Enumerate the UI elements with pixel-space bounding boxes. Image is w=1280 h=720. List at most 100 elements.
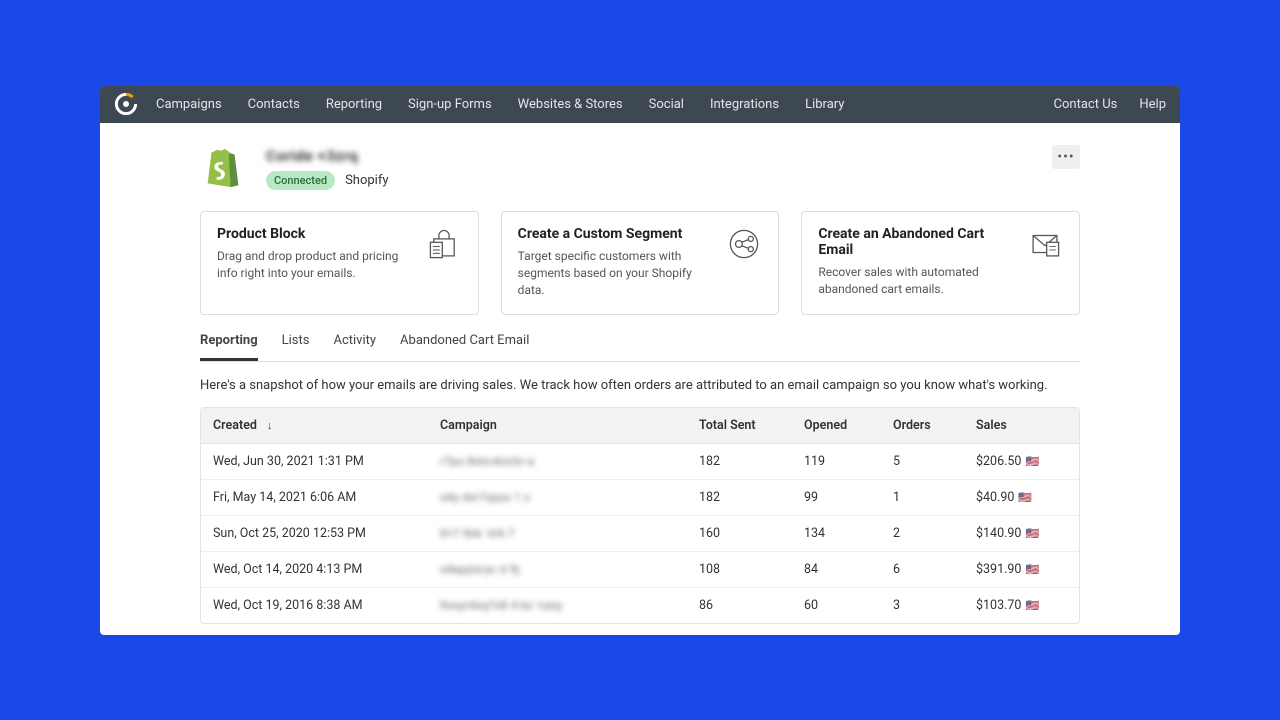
nav-contact-us[interactable]: Contact Us [1054,97,1118,112]
cell-created: Fri, May 14, 2021 6:06 AM [213,490,440,505]
card-desc: Drag and drop product and pricing info r… [217,248,412,283]
th-total-sent[interactable]: Total Sent [699,418,804,433]
header-row: Created ↓ Campaign Total Sent Opened Orde… [201,408,1079,443]
segment-icon [726,226,762,262]
shopping-bag-icon [426,226,462,262]
page-indicator: Page 1 of 1 [230,634,296,635]
card-text: Create a Custom Segment Target specific … [518,226,713,300]
cell-total-sent: 182 [699,490,804,505]
store-type: Shopify [345,173,388,188]
sort-desc-icon: ↓ [267,419,273,432]
table-body: Wed, Jun 30, 2021 1:31 PMr7pu 8xhc4zx3c-… [201,444,1079,623]
cell-total-sent: 160 [699,526,804,541]
nav-contacts[interactable]: Contacts [248,97,300,112]
table-row[interactable]: Sun, Oct 25, 2020 12:53 PM0+7 8xk 'xt4.7… [201,516,1079,552]
table-row[interactable]: Wed, Oct 19, 2016 8:38 AM9oxyr4xq7x8 4 k… [201,588,1079,623]
th-sales[interactable]: Sales [976,418,1067,433]
cell-total-sent: 86 [699,598,804,613]
app-window: Campaigns Contacts Reporting Sign-up For… [100,86,1180,635]
cell-orders: 5 [893,454,976,469]
th-orders[interactable]: Orders [893,418,976,433]
card-desc: Recover sales with automated abandoned c… [818,264,1013,299]
cell-sales: $391.90🇺🇸 [976,562,1067,577]
store-header: Coride +3zrq Connected Shopify ••• [200,145,1080,191]
cell-orders: 6 [893,562,976,577]
nav-items: Campaigns Contacts Reporting Sign-up For… [156,97,1054,112]
nav-right: Contact Us Help [1054,97,1166,112]
table-header: Created ↓ Campaign Total Sent Opened Orde… [201,408,1079,444]
cell-campaign: x4epylzryc d 9j [440,562,699,577]
card-custom-segment[interactable]: Create a Custom Segment Target specific … [501,211,780,315]
cell-opened: 134 [804,526,893,541]
cell-sales: $40.90🇺🇸 [976,490,1067,505]
store-left: Coride +3zrq Connected Shopify [200,145,389,191]
more-button[interactable]: ••• [1052,145,1080,169]
top-nav: Campaigns Contacts Reporting Sign-up For… [100,86,1180,123]
cell-created: Wed, Oct 19, 2016 8:38 AM [213,598,440,613]
cell-opened: 60 [804,598,893,613]
cell-sales: $206.50🇺🇸 [976,454,1067,469]
tabs: Reporting Lists Activity Abandoned Cart … [200,333,1080,362]
cell-opened: 119 [804,454,893,469]
cell-sales: $103.70🇺🇸 [976,598,1067,613]
table-row[interactable]: Fri, May 14, 2021 6:06 AMo4y dxr7xpzo 1 … [201,480,1079,516]
cell-created: Wed, Jun 30, 2021 1:31 PM [213,454,440,469]
nav-campaigns[interactable]: Campaigns [156,97,222,112]
card-product-block[interactable]: Product Block Drag and drop product and … [200,211,479,315]
nav-integrations[interactable]: Integrations [710,97,779,112]
envelope-icon [1027,226,1063,262]
app-logo-icon [114,92,138,116]
store-meta: Coride +3zrq Connected Shopify [266,145,389,190]
cell-sales: $140.90🇺🇸 [976,526,1067,541]
flag-icon: 🇺🇸 [1025,599,1039,612]
cell-total-sent: 182 [699,454,804,469]
tab-lists[interactable]: Lists [282,333,310,361]
cell-total-sent: 108 [699,562,804,577]
snapshot-description: Here's a snapshot of how your emails are… [200,378,1080,393]
cell-campaign: o4y dxr7xpzo 1 x [440,490,699,505]
th-opened[interactable]: Opened [804,418,893,433]
report-table: Created ↓ Campaign Total Sent Opened Orde… [200,407,1080,624]
cell-opened: 99 [804,490,893,505]
cell-campaign: 0+7 8xk 'xt4.7 [440,526,699,541]
nav-social[interactable]: Social [649,97,684,112]
card-title: Product Block [217,226,412,242]
nav-library[interactable]: Library [805,97,844,112]
paginator: ‹ Page 1 of 1 › [200,624,1080,635]
flag-icon: 🇺🇸 [1018,491,1032,504]
th-created-label: Created [213,418,257,433]
shopify-logo-icon [200,145,246,191]
feature-cards: Product Block Drag and drop product and … [200,211,1080,315]
tab-activity[interactable]: Activity [333,333,376,361]
card-abandoned-cart[interactable]: Create an Abandoned Cart Email Recover s… [801,211,1080,315]
cell-orders: 2 [893,526,976,541]
card-title: Create an Abandoned Cart Email [818,226,1013,258]
tab-reporting[interactable]: Reporting [200,333,258,361]
card-text: Product Block Drag and drop product and … [217,226,412,283]
tab-abandoned-cart-email[interactable]: Abandoned Cart Email [400,333,529,361]
cell-campaign: 9oxyr4xq7x8 4 kz 'caxy [440,598,699,613]
card-desc: Target specific customers with segments … [518,248,713,300]
cell-campaign: r7pu 8xhc4zx3c-a [440,454,699,469]
store-name: Coride +3zrq [266,147,389,165]
table-row[interactable]: Wed, Oct 14, 2020 4:13 PMx4epylzryc d 9j… [201,552,1079,588]
nav-help[interactable]: Help [1139,97,1166,112]
nav-websites-stores[interactable]: Websites & Stores [518,97,623,112]
content: Coride +3zrq Connected Shopify ••• Produ… [100,123,1180,635]
flag-icon: 🇺🇸 [1025,455,1039,468]
th-created[interactable]: Created ↓ [213,418,440,433]
nav-reporting[interactable]: Reporting [326,97,382,112]
cell-created: Wed, Oct 14, 2020 4:13 PM [213,562,440,577]
table-row[interactable]: Wed, Jun 30, 2021 1:31 PMr7pu 8xhc4zx3c-… [201,444,1079,480]
cell-created: Sun, Oct 25, 2020 12:53 PM [213,526,440,541]
card-title: Create a Custom Segment [518,226,713,242]
page-next-button[interactable]: › [310,634,314,635]
flag-icon: 🇺🇸 [1025,527,1039,540]
cell-orders: 1 [893,490,976,505]
connected-badge: Connected [266,171,335,190]
flag-icon: 🇺🇸 [1025,563,1039,576]
page-prev-button[interactable]: ‹ [212,634,216,635]
th-campaign[interactable]: Campaign [440,418,699,433]
cell-opened: 84 [804,562,893,577]
nav-signup-forms[interactable]: Sign-up Forms [408,97,492,112]
